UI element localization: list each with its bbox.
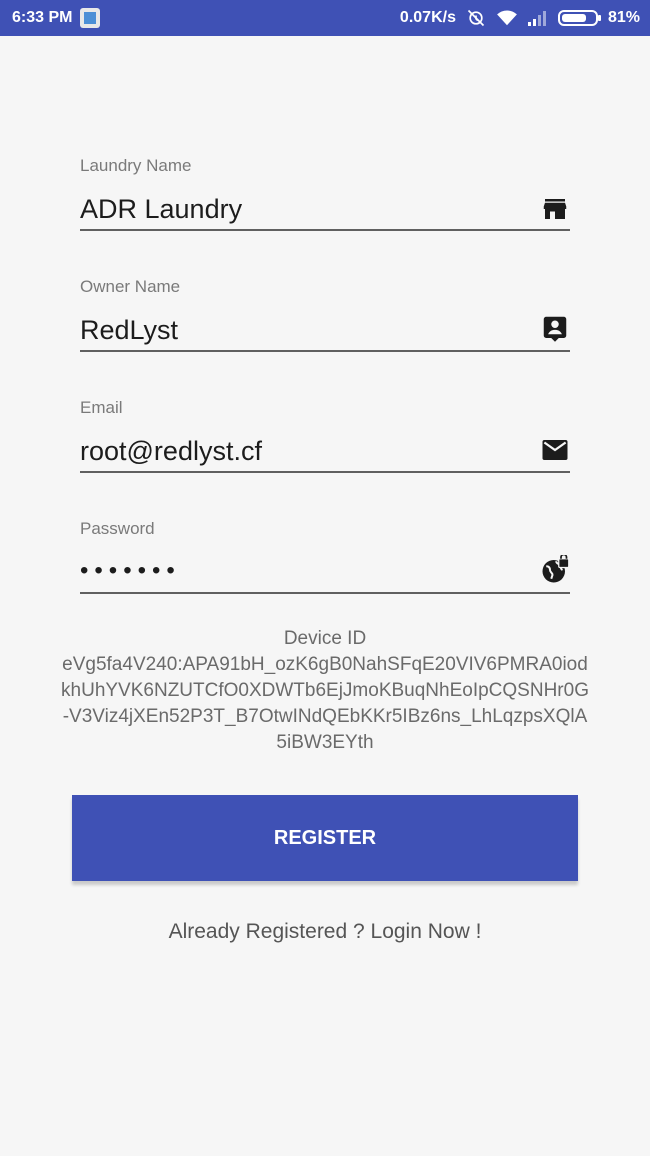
alarm-off-icon	[467, 9, 485, 27]
laundry-name-underline	[80, 229, 570, 231]
wifi-icon	[497, 10, 517, 26]
password-label: Password	[80, 519, 155, 538]
owner-name-underline	[80, 350, 570, 352]
laundry-name-label: Laundry Name	[80, 156, 192, 175]
laundry-name-field[interactable]: Laundry Name ADR Laundry	[80, 150, 570, 234]
password-field[interactable]: Password •••••••	[80, 513, 570, 597]
battery-level-fill	[561, 14, 586, 22]
password-underline	[80, 592, 570, 594]
device-id-value: eVg5fa4V240:APA91bH_ozK6gB0NahSFqE20VIV6…	[61, 654, 589, 753]
globe-lock-icon	[542, 555, 570, 583]
password-input[interactable]: •••••••	[80, 557, 181, 585]
battery-percent: 81%	[607, 9, 640, 26]
notification-image-icon	[80, 8, 101, 28]
owner-name-field[interactable]: Owner Name RedLyst	[80, 271, 570, 355]
email-field[interactable]: Email root@redlyst.cf	[80, 392, 570, 476]
device-id-title: Device ID	[283, 628, 367, 649]
owner-name-label: Owner Name	[80, 277, 181, 296]
email-icon	[542, 440, 568, 460]
email-label: Email	[80, 398, 123, 417]
store-icon	[543, 199, 567, 219]
email-underline	[80, 471, 570, 473]
status-bar: 6:33 PM 0.07K/s 81%	[0, 0, 650, 36]
network-speed: 0.07K/s	[399, 9, 456, 26]
status-time: 6:33 PM	[12, 9, 73, 26]
email-input[interactable]: root@redlyst.cf	[80, 436, 262, 467]
laundry-name-input[interactable]: ADR Laundry	[80, 194, 242, 225]
device-id-section: Device ID eVg5fa4V240:APA91bH_ozK6gB0Nah…	[60, 626, 590, 756]
register-button[interactable]: REGISTER	[72, 795, 578, 881]
battery-icon	[557, 10, 601, 26]
owner-name-input[interactable]: RedLyst	[80, 315, 178, 346]
contact-icon	[543, 316, 567, 342]
signal-icon	[527, 11, 546, 26]
login-now-link[interactable]: Already Registered ? Login Now !	[0, 920, 650, 944]
